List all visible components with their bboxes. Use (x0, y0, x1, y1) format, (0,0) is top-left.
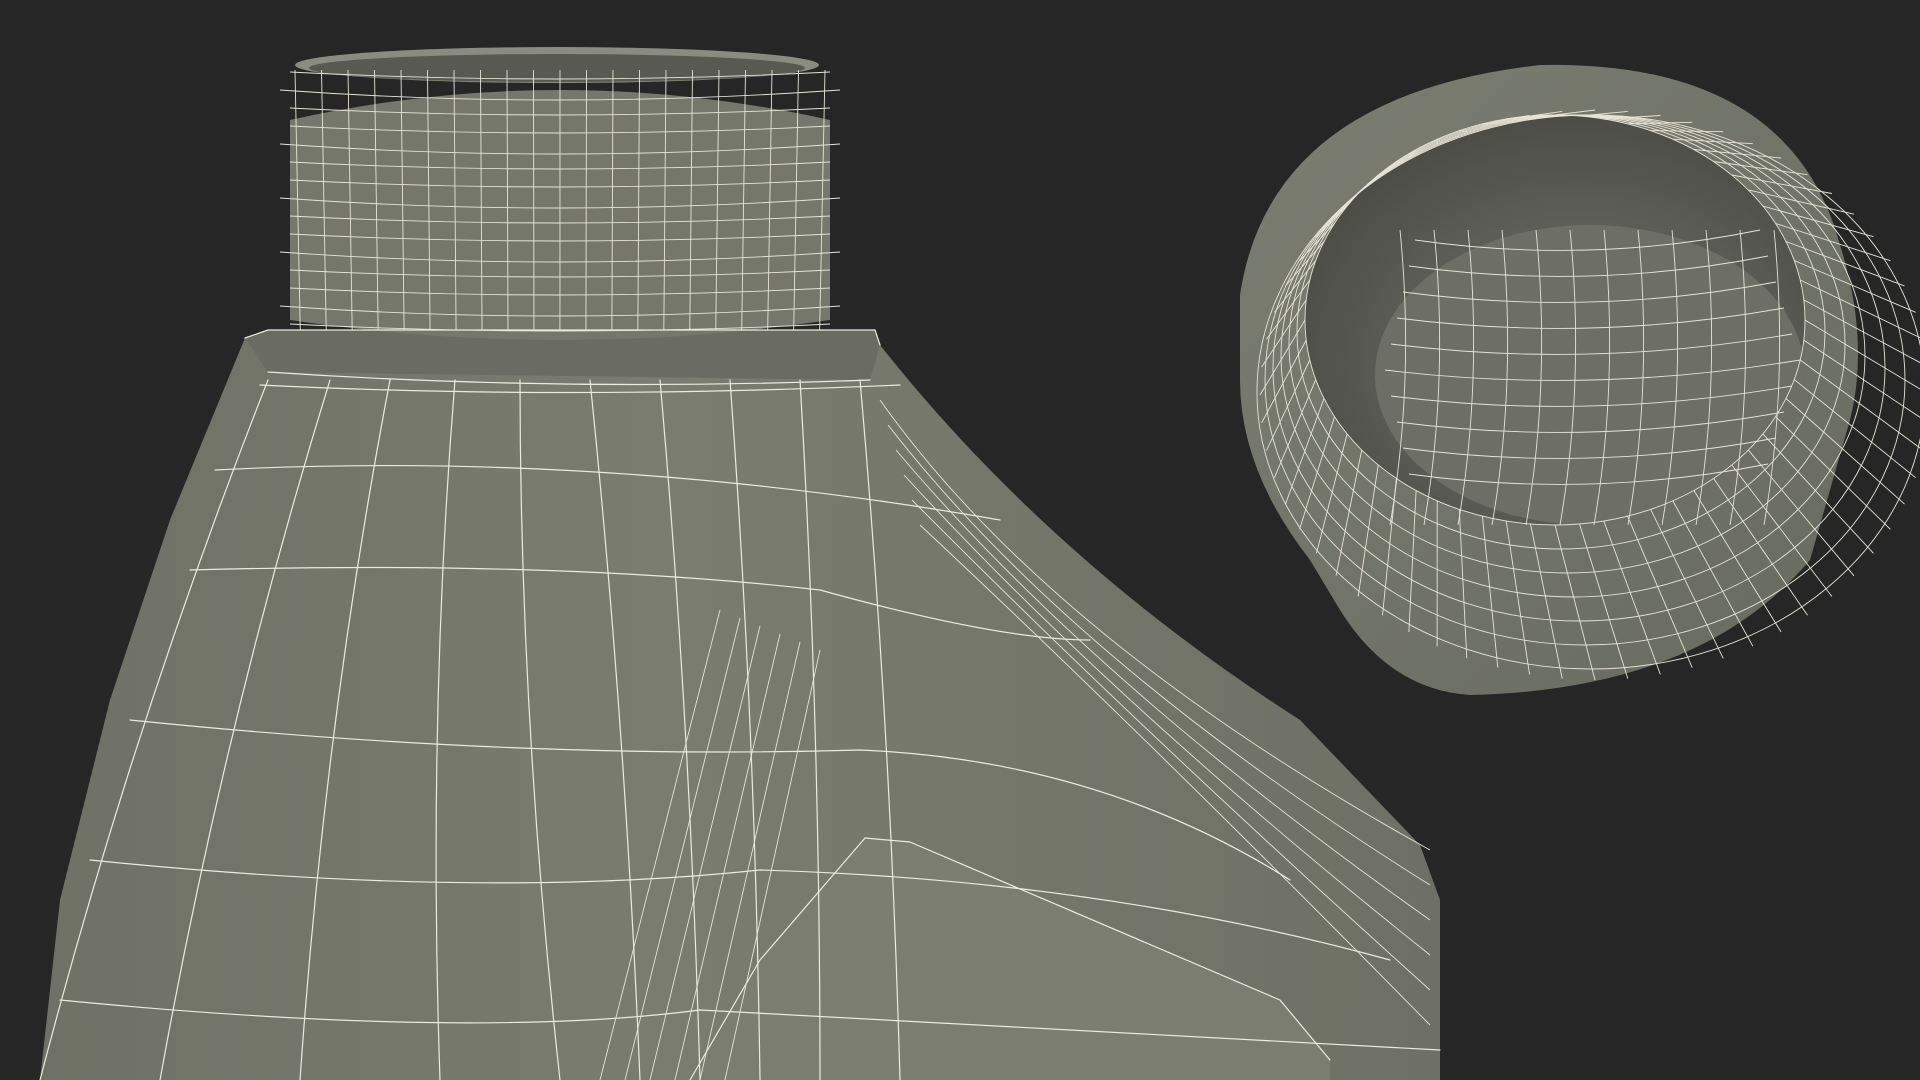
bottle-mouth-opening (309, 54, 805, 82)
wireframe-edge (585, 69, 587, 331)
wireframe-render-viewport (0, 0, 1920, 1080)
